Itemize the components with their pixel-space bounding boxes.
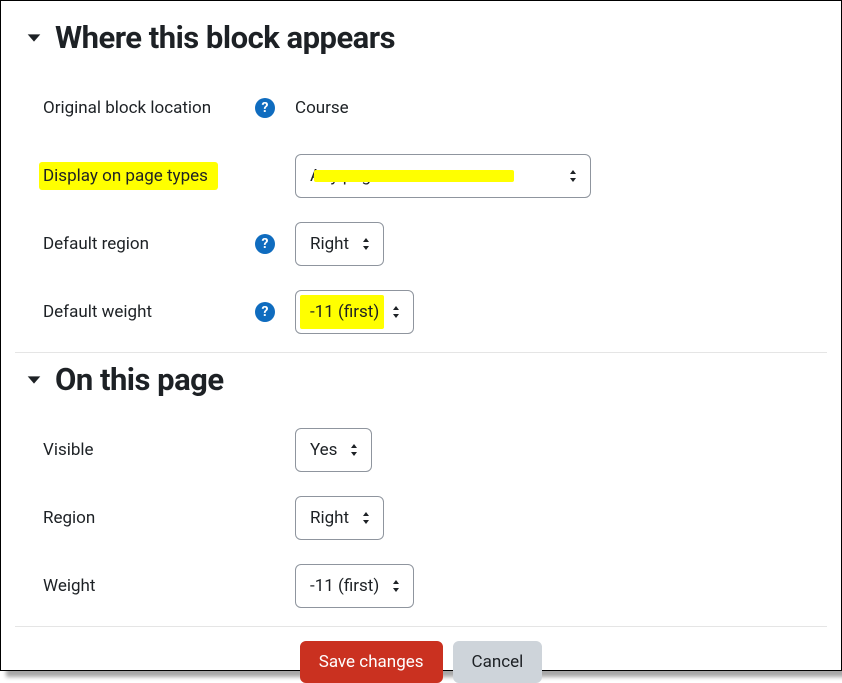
chevron-down-icon: [25, 371, 43, 389]
row-default-region: Default region ? Right: [15, 210, 827, 278]
select-default-weight[interactable]: -11 (first): [295, 290, 414, 334]
row-default-weight: Default weight ? -11 (first): [15, 278, 827, 346]
chevron-down-icon: [25, 29, 43, 47]
select-weight[interactable]: -11 (first): [295, 564, 414, 608]
label-default-region: Default region: [43, 234, 149, 254]
chevron-updown-icon: [391, 305, 401, 319]
label-original-block-location: Original block location: [43, 98, 211, 118]
row-visible: Visible Yes: [15, 416, 827, 484]
separator: [15, 626, 827, 627]
section-header-onthispage[interactable]: On this page: [25, 361, 827, 398]
row-region: Region Right: [15, 484, 827, 552]
section-title-appears: Where this block appears: [55, 19, 395, 56]
chevron-updown-icon: [568, 169, 578, 183]
row-display-on-page-types: Display on page types Any page: [15, 142, 827, 210]
value-original-block-location: Course: [295, 98, 349, 118]
label-region: Region: [43, 508, 95, 528]
label-display-on-page-types: Display on page types: [39, 162, 218, 190]
select-visible[interactable]: Yes: [295, 428, 372, 472]
separator: [15, 352, 827, 353]
select-default-region[interactable]: Right: [295, 222, 384, 266]
chevron-updown-icon: [361, 511, 371, 525]
row-original-block-location: Original block location ? Course: [15, 74, 827, 142]
row-weight: Weight -11 (first): [15, 552, 827, 620]
help-icon[interactable]: ?: [255, 98, 275, 118]
label-visible: Visible: [43, 440, 94, 460]
help-icon[interactable]: ?: [255, 234, 275, 254]
section-header-appears[interactable]: Where this block appears: [25, 19, 827, 56]
settings-panel: Where this block appears Original block …: [0, 0, 842, 671]
section-title-onthispage: On this page: [55, 361, 224, 398]
chevron-updown-icon: [391, 579, 401, 593]
label-default-weight: Default weight: [43, 302, 152, 322]
select-region[interactable]: Right: [295, 496, 384, 540]
save-changes-button[interactable]: Save changes: [300, 641, 443, 683]
select-display-on-page-types[interactable]: Any page: [295, 154, 591, 198]
chevron-updown-icon: [361, 237, 371, 251]
label-weight: Weight: [43, 576, 95, 596]
cancel-button[interactable]: Cancel: [453, 641, 543, 683]
button-row: Save changes Cancel: [15, 641, 827, 683]
chevron-updown-icon: [349, 443, 359, 457]
help-icon[interactable]: ?: [255, 302, 275, 322]
